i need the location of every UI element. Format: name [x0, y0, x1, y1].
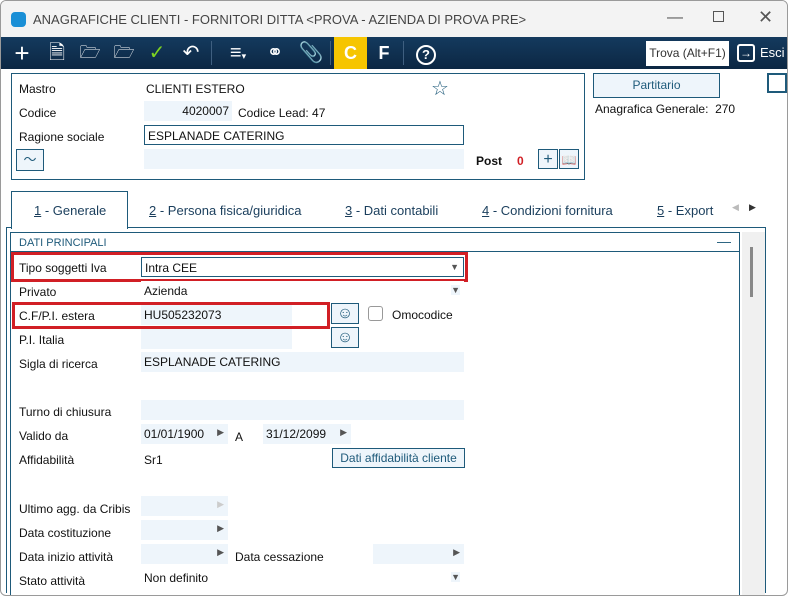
mastro-label: Mastro — [19, 82, 56, 96]
tab-scroll-left-icon[interactable]: ◀ — [732, 202, 739, 213]
turno-label: Turno di chiusura — [19, 405, 112, 419]
codice-lead: Codice Lead: 47 — [238, 106, 326, 120]
folder-history-icon[interactable]: 🗁 — [109, 37, 139, 69]
inizio-attivita-date-input[interactable]: ▶ — [141, 544, 228, 564]
cribis-label: Ultimo agg. da Cribis — [19, 502, 131, 516]
dati-affidabilita-button[interactable]: Dati affidabilità cliente — [332, 448, 465, 468]
valido-a-input[interactable]: 31/12/2099 ▶ — [263, 424, 351, 444]
search-button[interactable]: Trova (Alt+F1) — [646, 41, 729, 66]
valido-da-input[interactable]: 01/01/1900 ▶ — [141, 424, 228, 444]
window-title: ANAGRAFICHE CLIENTI - FORNITORI DITTA <P… — [33, 12, 527, 27]
ragione-sociale-input[interactable]: ESPLANADE CATERING — [144, 125, 464, 145]
privato-select[interactable]: Azienda ▼ — [141, 281, 464, 301]
valido-label: Valido da — [19, 429, 69, 443]
caret-right-icon[interactable]: ▶ — [217, 523, 224, 534]
post-count: 0 — [517, 154, 524, 168]
privato-value: Azienda — [144, 284, 188, 298]
secondary-name-field[interactable] — [144, 149, 464, 169]
minimize-button[interactable]: — — [667, 9, 683, 27]
favorite-star-icon[interactable]: ☆ — [431, 76, 449, 101]
exit-icon[interactable]: → — [737, 44, 755, 62]
post-label: Post — [476, 154, 503, 168]
contacts-icon[interactable]: ⚭ — [260, 37, 290, 69]
pi-italia-input[interactable] — [141, 329, 292, 349]
verify-person-icon[interactable]: ☺ — [331, 327, 359, 348]
toolbar: + 🗎 🗁 🗁 ✓ ↶ ≡▾ ⚭ 📎 C F ? Trova (Alt+F1) … — [1, 37, 787, 69]
scrollbar[interactable] — [742, 232, 765, 595]
anagrafica-generale: Anagrafica Generale: 270 — [595, 102, 736, 116]
clienti-button[interactable]: C — [334, 37, 367, 69]
caret-right-icon[interactable]: ▶ — [217, 547, 224, 558]
document-icon[interactable]: 🗎 — [42, 37, 72, 69]
codice-field[interactable]: 4020007 — [144, 101, 232, 121]
fornitori-button[interactable]: F — [369, 37, 399, 69]
tab-dati-contabili[interactable]: 3 - Dati contabili — [345, 203, 438, 218]
turno-input[interactable] — [141, 400, 464, 420]
caret-right-icon[interactable]: ▶ — [340, 427, 347, 438]
chevron-down-icon: ▼ — [451, 572, 460, 582]
codice-label: Codice — [19, 106, 57, 120]
ragione-label: Ragione sociale — [19, 130, 105, 144]
undo-icon[interactable]: ↶ — [176, 37, 206, 69]
pi-italia-label: P.I. Italia — [19, 333, 65, 347]
open-folder-icon[interactable]: 🗁 — [75, 37, 105, 69]
close-button[interactable]: ✕ — [758, 7, 773, 28]
tab-export[interactable]: 5 - Export — [657, 203, 713, 218]
sigla-input[interactable]: ESPLANADE CATERING — [141, 352, 464, 372]
tab-scroll-right-icon[interactable]: ▶ — [749, 202, 756, 213]
tab-persona[interactable]: 2 - Persona fisica/giuridica — [149, 203, 301, 218]
section-title: DATI PRINCIPALI — [19, 237, 107, 249]
add-post-button[interactable]: + — [538, 149, 558, 169]
menu-icon[interactable]: ≡▾ — [221, 37, 255, 69]
scrollbar-thumb[interactable] — [750, 247, 753, 297]
attachment-icon[interactable]: 📎 — [296, 37, 326, 69]
app-icon — [11, 12, 26, 27]
omocodice-checkbox[interactable] — [368, 306, 383, 321]
panel-toggle-icon[interactable] — [767, 73, 787, 93]
chevron-down-icon: ▼ — [451, 285, 460, 295]
highlight-box — [12, 302, 330, 329]
tab-condizioni-fornitura[interactable]: 4 - Condizioni fornitura — [482, 203, 613, 218]
highlight-box — [11, 252, 468, 282]
cribis-date-input: ▶ — [141, 496, 228, 516]
cessazione-date-input[interactable]: ▶ — [373, 544, 464, 564]
exit-button[interactable]: Esci — [760, 45, 785, 60]
inizio-attivita-label: Data inizio attività — [19, 550, 114, 564]
save-check-icon[interactable]: ✓ — [142, 37, 172, 69]
title-bar: ANAGRAFICHE CLIENTI - FORNITORI DITTA <P… — [1, 1, 787, 37]
new-icon[interactable]: + — [7, 37, 37, 69]
tab-generale-label[interactable]: 1 - Generale — [34, 203, 106, 218]
sigla-label: Sigla di ricerca — [19, 357, 98, 371]
privato-label: Privato — [19, 285, 57, 299]
verify-person-icon[interactable]: ☺ — [331, 303, 359, 324]
stato-attivita-select[interactable]: Non definito ▼ — [141, 568, 464, 588]
cessazione-label: Data cessazione — [235, 550, 324, 564]
book-icon[interactable]: 📖 — [559, 149, 579, 169]
maximize-button[interactable] — [713, 11, 724, 22]
a-label: A — [235, 430, 244, 444]
omocodice-label: Omocodice — [392, 308, 453, 322]
stato-attivita-label: Stato attività — [19, 574, 86, 588]
caret-right-icon[interactable]: ▶ — [453, 547, 460, 558]
partitario-button[interactable]: Partitario — [593, 73, 720, 98]
window: ANAGRAFICHE CLIENTI - FORNITORI DITTA <P… — [0, 0, 788, 596]
affidabilita-value: Sr1 — [144, 453, 163, 467]
costituzione-label: Data costituzione — [19, 526, 112, 540]
collapse-icon[interactable]: — — [717, 233, 731, 249]
chart-icon[interactable]: 〜 — [16, 149, 44, 171]
valido-a-value: 31/12/2099 — [266, 427, 327, 441]
caret-right-icon: ▶ — [217, 499, 224, 509]
help-icon[interactable]: ? — [411, 37, 441, 69]
valido-da-value: 01/01/1900 — [144, 427, 205, 441]
caret-right-icon[interactable]: ▶ — [217, 427, 224, 438]
costituzione-date-input[interactable]: ▶ — [141, 520, 228, 540]
affidabilita-label: Affidabilità — [19, 453, 75, 467]
mastro-value: CLIENTI ESTERO — [146, 82, 245, 96]
stato-attivita-value: Non definito — [144, 571, 209, 585]
